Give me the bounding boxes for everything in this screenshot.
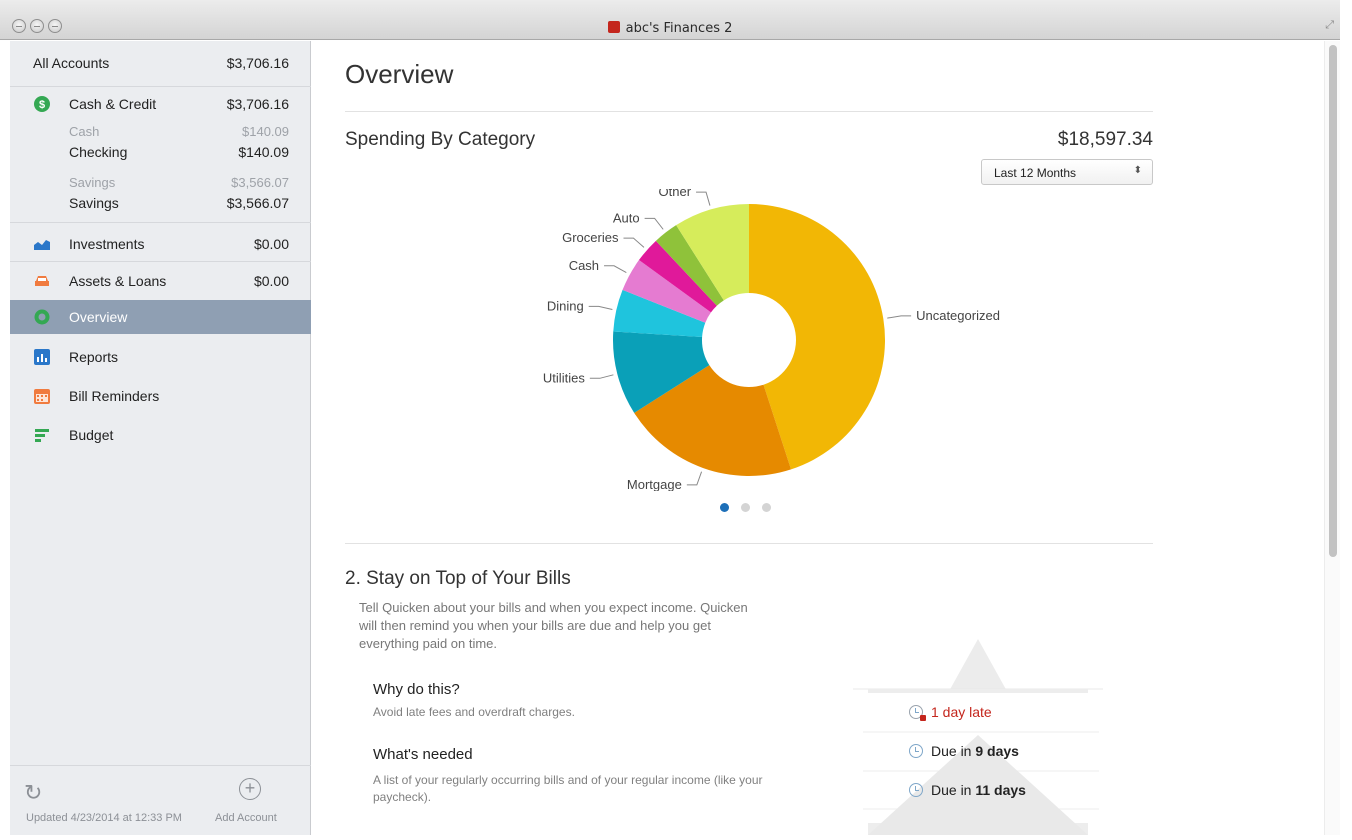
carousel-dot[interactable] — [720, 503, 729, 512]
svg-text:$: $ — [39, 99, 45, 111]
cash-credit-amount: $3,706.16 — [226, 96, 289, 112]
needed-text: A list of your regularly occurring bills… — [373, 773, 763, 804]
why-text: Avoid late fees and overdraft charges. — [373, 705, 575, 719]
investments-label: Investments — [69, 236, 145, 252]
pie-label-utilities: Utilities — [543, 370, 585, 385]
page-title: Overview — [345, 59, 454, 89]
clock-icon — [909, 744, 923, 758]
investment-chart-icon — [34, 240, 50, 250]
reports-label: Reports — [69, 349, 119, 365]
reminder-late-text: 1 day late — [931, 704, 992, 720]
bill-reminder-envelope: 1 day late Due in 9 days Due in 11 days — [853, 637, 1103, 835]
bills-description: Tell Quicken about your bills and when y… — [359, 600, 748, 651]
cash-group-amount: $140.09 — [242, 124, 289, 139]
carousel-dot[interactable] — [741, 503, 750, 512]
budget-icon — [35, 429, 49, 442]
carousel-dots — [720, 503, 771, 512]
pie-label-auto: Auto — [613, 210, 640, 225]
window-title-text: abc's Finances 2 — [625, 21, 733, 36]
savings-label: Savings — [69, 195, 119, 211]
car-icon — [35, 276, 49, 286]
sidebar-divider — [10, 86, 311, 87]
pie-leader-line — [623, 237, 645, 248]
dollar-circle-icon: $ — [34, 96, 50, 112]
pie-label-other: Other — [659, 189, 692, 199]
clock-icon — [909, 783, 923, 797]
reminder-prefix: Due in — [931, 743, 976, 759]
pie-leader-line — [588, 305, 613, 310]
pie-label-dining: Dining — [547, 298, 584, 313]
all-accounts-label: All Accounts — [33, 55, 110, 71]
reports-icon — [34, 349, 50, 365]
sidebar: All Accounts $3,706.16 $ Cash & Credit $… — [10, 41, 311, 835]
bills-section-title: 2. Stay on Top of Your Bills — [345, 568, 571, 589]
pie-leader-line — [696, 191, 711, 206]
title-bar: abc's Finances 2 ⤢ — [0, 0, 1340, 40]
period-select-value: Last 12 Months — [994, 166, 1077, 180]
spending-total: $18,597.34 — [1057, 129, 1153, 150]
sidebar-divider — [10, 222, 311, 223]
calendar-icon — [34, 389, 50, 404]
cash-group-label: Cash — [69, 124, 100, 139]
divider — [345, 111, 1153, 112]
envelope-illustration — [853, 639, 1103, 835]
savings-group-label: Savings — [69, 175, 116, 190]
savings-group-amount: $3,566.07 — [231, 175, 289, 190]
reminder-late[interactable]: 1 day late — [909, 704, 992, 721]
scroll-thumb[interactable] — [1329, 45, 1337, 557]
investments-amount: $0.00 — [253, 236, 289, 252]
pie-label-uncategorized: Uncategorized — [916, 308, 1000, 323]
sidebar-item-overview[interactable]: Overview — [10, 300, 311, 334]
checking-label: Checking — [69, 144, 128, 160]
why-title: Why do this? — [373, 681, 460, 698]
divider — [345, 543, 1153, 544]
select-arrows-icon: ⬍ — [1133, 165, 1142, 176]
assets-loans-amount: $0.00 — [253, 273, 289, 289]
spending-section-title: Spending By Category — [345, 129, 536, 150]
spending-donut-chart[interactable]: Uncategorized Mortgage Utilities Dining Cash… — [511, 189, 1031, 491]
main-content: Overview Spending By Category $18,597.34… — [311, 41, 1324, 835]
sidebar-footer: ↻ + Updated 4/23/2014 at 12:33 PM Add Ac… — [10, 765, 311, 835]
pie-leader-line — [604, 265, 627, 273]
all-accounts-amount: $3,706.16 — [226, 55, 289, 71]
pie-leader-line — [887, 315, 912, 319]
window-title: abc's Finances 2 — [0, 21, 1340, 36]
assets-loans-label: Assets & Loans — [69, 273, 167, 289]
savings-amount: $3,566.07 — [226, 195, 289, 211]
fullscreen-icon[interactable]: ⤢ — [1325, 19, 1334, 32]
main-scrollbar[interactable] — [1324, 41, 1340, 835]
overview-icon — [34, 309, 50, 325]
pie-label-cash: Cash — [569, 258, 599, 273]
pie-leader-line — [589, 374, 614, 379]
refresh-icon[interactable]: ↻ — [24, 780, 42, 806]
needed-title: What's needed — [373, 746, 473, 763]
reminder-days: 11 days — [975, 782, 1026, 798]
last-updated-text: Updated 4/23/2014 at 12:33 PM — [26, 812, 182, 824]
period-select[interactable]: Last 12 Months ⬍ — [981, 159, 1153, 185]
bill-reminders-label: Bill Reminders — [69, 388, 160, 404]
reminder-due-11[interactable]: Due in 11 days — [909, 782, 1026, 798]
reminder-prefix: Due in — [931, 782, 976, 798]
reminder-days: 9 days — [975, 743, 1019, 759]
carousel-dot[interactable] — [762, 503, 771, 512]
pie-leader-line — [686, 471, 703, 486]
overview-label: Overview — [69, 309, 128, 325]
clock-alert-icon — [909, 705, 926, 721]
cash-credit-label: Cash & Credit — [69, 96, 157, 112]
budget-label: Budget — [69, 427, 114, 443]
reminder-due-9[interactable]: Due in 9 days — [909, 743, 1019, 759]
pie-leader-line — [644, 217, 664, 230]
add-account-icon[interactable]: + — [239, 778, 261, 800]
pie-label-mortgage: Mortgage — [627, 477, 682, 491]
add-account-button[interactable]: Add Account — [215, 812, 277, 824]
pie-label-groceries: Groceries — [562, 230, 619, 245]
checking-amount: $140.09 — [238, 144, 289, 160]
sidebar-divider — [10, 261, 311, 262]
quicken-app-icon — [607, 21, 620, 33]
